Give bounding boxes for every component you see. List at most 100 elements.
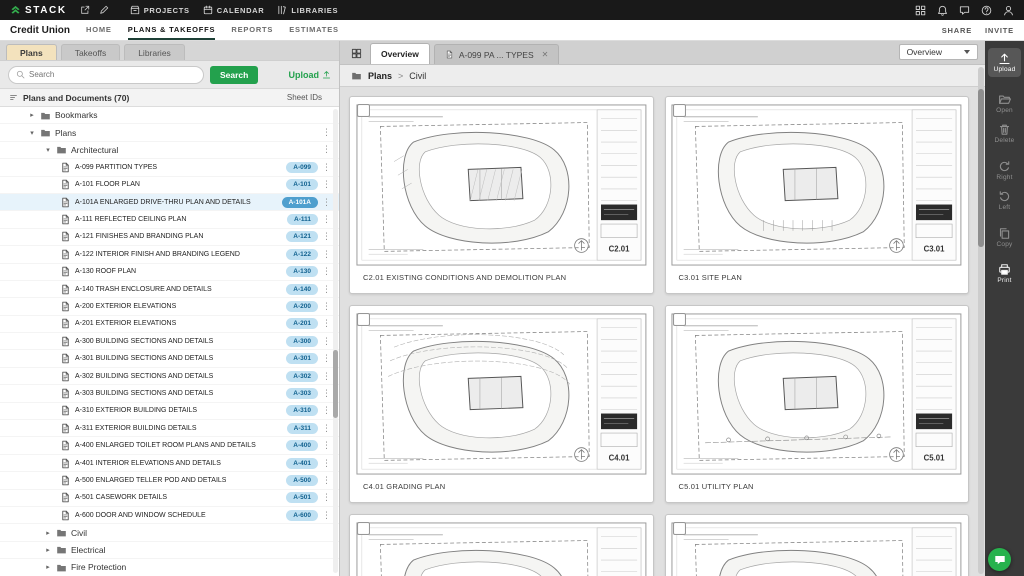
toolbar-upload-button[interactable]: Upload (988, 48, 1021, 77)
tree-doc-a-303[interactable]: A-303 BUILDING SECTIONS AND DETAILSA-303… (0, 385, 339, 402)
sheet-id-badge[interactable]: A-501 (286, 492, 318, 503)
tree-doc-a-311[interactable]: A-311 EXTERIOR BUILDING DETAILSA-311⋮ (0, 420, 339, 437)
project-tab-home[interactable]: HOME (86, 20, 112, 40)
plan-card-c4-01[interactable]: C4.01C4.01 GRADING PLAN (349, 305, 654, 503)
document-tab-a-099-pa-types[interactable]: A-099 PA ... TYPES✕ (434, 44, 560, 64)
external-link-icon[interactable] (80, 5, 90, 15)
edit-icon[interactable] (99, 5, 109, 15)
tree-folder-civil[interactable]: ▸Civil (0, 524, 339, 541)
tree-doc-a-111[interactable]: A-111 REFLECTED CEILING PLANA-111⋮ (0, 211, 339, 228)
chevron-right-icon[interactable]: ▸ (44, 546, 52, 554)
stack-logo[interactable]: STACK (10, 5, 67, 16)
chat-button[interactable] (988, 548, 1011, 571)
help-icon[interactable] (981, 5, 992, 16)
card-checkbox[interactable] (357, 313, 370, 326)
card-checkbox[interactable] (673, 104, 686, 117)
tree-doc-a-600[interactable]: A-600 DOOR AND WINDOW SCHEDULEA-600⋮ (0, 507, 339, 524)
topbar-menu-libraries[interactable]: LIBRARIES (277, 5, 338, 15)
topbar-menu-projects[interactable]: PROJECTS (130, 5, 190, 15)
card-checkbox[interactable] (673, 522, 686, 535)
tree-doc-a-101[interactable]: A-101 FLOOR PLANA-101⋮ (0, 177, 339, 194)
sheet-id-badge[interactable]: A-122 (286, 249, 318, 260)
kebab-menu-icon[interactable]: ⋮ (322, 337, 329, 346)
chevron-right-icon[interactable]: ▸ (44, 529, 52, 537)
sheet-id-badge[interactable]: A-130 (286, 266, 318, 277)
sheet-id-badge[interactable]: A-310 (286, 405, 318, 416)
share-button[interactable]: SHARE (942, 26, 972, 35)
sheet-id-badge[interactable]: A-200 (286, 301, 318, 312)
project-tab-estimates[interactable]: ESTIMATES (289, 20, 339, 40)
sheet-id-badge[interactable]: A-300 (286, 336, 318, 347)
sheet-id-badge[interactable]: A-101A (282, 197, 318, 208)
kebab-menu-icon[interactable]: ⋮ (322, 215, 329, 224)
plan-thumbnail[interactable]: C5.01 (666, 306, 969, 478)
kebab-menu-icon[interactable]: ⋮ (322, 319, 329, 328)
chevron-right-icon[interactable]: ▸ (44, 563, 52, 571)
tree-doc-a-101a[interactable]: A-101A ENLARGED DRIVE-THRU PLAN AND DETA… (0, 194, 339, 211)
kebab-menu-icon[interactable]: ⋮ (322, 424, 329, 433)
main-scrollbar-thumb[interactable] (978, 89, 984, 247)
tree-doc-a-301[interactable]: A-301 BUILDING SECTIONS AND DETAILSA-301… (0, 350, 339, 367)
tree-folder-bookmarks[interactable]: ▸Bookmarks (0, 107, 339, 124)
plan-card-partial-4[interactable] (349, 514, 654, 576)
sheet-id-badge[interactable]: A-500 (286, 475, 318, 486)
plan-card-partial-5[interactable] (665, 514, 970, 576)
toolbar-right-button[interactable]: Right (988, 156, 1021, 185)
tree-doc-a-401[interactable]: A-401 INTERIOR ELEVATIONS AND DETAILSA-4… (0, 455, 339, 472)
kebab-menu-icon[interactable]: ⋮ (322, 198, 329, 207)
kebab-menu-icon[interactable]: ⋮ (322, 354, 329, 363)
support-icon[interactable] (959, 5, 970, 16)
upload-button[interactable]: Upload (289, 70, 332, 80)
sheet-id-badge[interactable]: A-311 (287, 423, 318, 434)
close-tab-icon[interactable]: ✕ (542, 50, 549, 59)
plan-thumbnail[interactable]: C4.01 (350, 306, 653, 478)
kebab-menu-icon[interactable]: ⋮ (322, 459, 329, 468)
sidebar-tab-libraries[interactable]: Libraries (124, 44, 185, 60)
sheet-id-badge[interactable]: A-301 (286, 353, 318, 364)
kebab-menu-icon[interactable]: ⋮ (322, 302, 329, 311)
tree-doc-a-500[interactable]: A-500 ENLARGED TELLER POD AND DETAILSA-5… (0, 472, 339, 489)
toolbar-delete-button[interactable]: Delete (988, 119, 1021, 148)
invite-button[interactable]: INVITE (985, 26, 1014, 35)
sheet-id-badge[interactable]: A-302 (286, 371, 318, 382)
tree-doc-a-099[interactable]: A-099 PARTITION TYPESA-099⋮ (0, 159, 339, 176)
tree-doc-a-121[interactable]: A-121 FINISHES AND BRANDING PLANA-121⋮ (0, 229, 339, 246)
notifications-icon[interactable] (937, 5, 948, 16)
toolbar-left-button[interactable]: Left (988, 186, 1021, 215)
kebab-menu-icon[interactable]: ⋮ (322, 441, 329, 450)
tree-doc-a-310[interactable]: A-310 EXTERIOR BUILDING DETAILSA-310⋮ (0, 403, 339, 420)
plan-thumbnail[interactable] (666, 515, 969, 576)
grid-view-button[interactable] (347, 44, 365, 62)
tree-doc-a-501[interactable]: A-501 CASEWORK DETAILSA-501⋮ (0, 490, 339, 507)
toolbar-open-button[interactable]: Open (988, 89, 1021, 118)
plan-thumbnail[interactable] (350, 515, 653, 576)
sheet-id-badge[interactable]: A-401 (286, 458, 318, 469)
sidebar-scrollbar-thumb[interactable] (333, 350, 338, 418)
tree-doc-a-201[interactable]: A-201 EXTERIOR ELEVATIONSA-201⋮ (0, 316, 339, 333)
sheet-id-badge[interactable]: A-303 (286, 388, 318, 399)
plan-card-c5-01[interactable]: C5.01C5.01 UTILITY PLAN (665, 305, 970, 503)
view-select[interactable]: Overview (899, 44, 978, 60)
tree-doc-a-400[interactable]: A-400 ENLARGED TOILET ROOM PLANS AND DET… (0, 437, 339, 454)
plan-card-c3-01[interactable]: C3.01C3.01 SITE PLAN (665, 96, 970, 294)
kebab-menu-icon[interactable]: ⋮ (322, 232, 329, 241)
tree-folder-electrical[interactable]: ▸Electrical (0, 542, 339, 559)
sheet-id-badge[interactable]: A-600 (286, 510, 318, 521)
tree-doc-a-130[interactable]: A-130 ROOF PLANA-130⋮ (0, 264, 339, 281)
toolbar-print-button[interactable]: Print (988, 259, 1021, 288)
project-tab-reports[interactable]: REPORTS (231, 20, 273, 40)
kebab-menu-icon[interactable]: ⋮ (322, 285, 329, 294)
main-scrollbar[interactable] (978, 67, 984, 574)
sheet-id-badge[interactable]: A-121 (286, 231, 318, 242)
sheet-id-badge[interactable]: A-140 (286, 284, 318, 295)
card-checkbox[interactable] (357, 522, 370, 535)
collapse-all-icon[interactable] (9, 93, 18, 102)
tree-doc-a-200[interactable]: A-200 EXTERIOR ELEVATIONSA-200⋮ (0, 298, 339, 315)
chevron-down-icon[interactable]: ▾ (28, 129, 36, 137)
sidebar-tab-plans[interactable]: Plans (6, 44, 57, 60)
tree-folder-fire-protection[interactable]: ▸Fire Protection (0, 559, 339, 576)
plan-thumbnail[interactable]: C2.01 (350, 97, 653, 269)
tree-folder-plans[interactable]: ▾Plans⋮ (0, 124, 339, 141)
search-field[interactable] (29, 70, 196, 79)
sheet-ids-toggle[interactable]: Sheet IDs (287, 93, 322, 102)
